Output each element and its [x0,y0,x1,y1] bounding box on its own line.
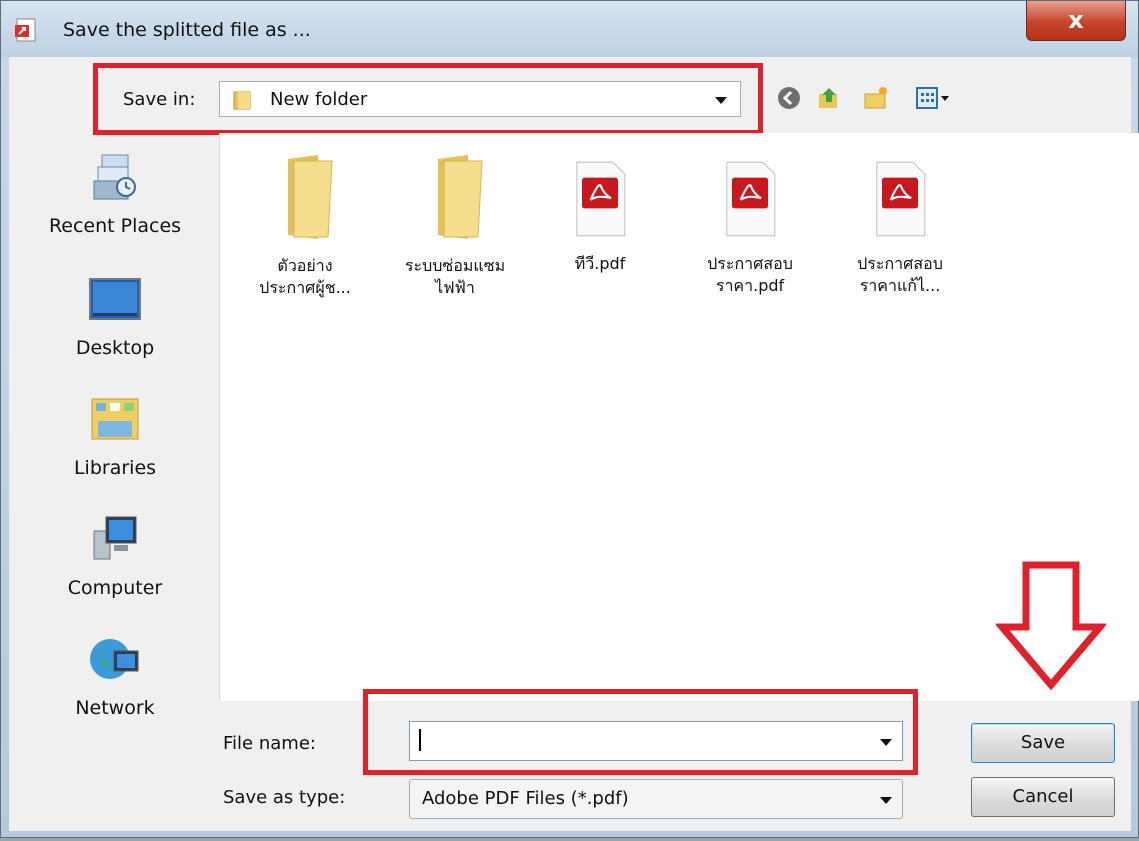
place-label: Network [75,697,155,719]
save-as-type-label: Save as type: [223,787,346,808]
folder-icon [438,155,483,239]
annotation-box-file-name [363,689,918,775]
up-folder-icon[interactable] [816,85,842,111]
file-name-label: File name: [223,733,316,754]
file-item-pdf[interactable]: ประกาศสอบ ราคาแก้ไ... [825,159,975,297]
libraries-icon [91,398,139,440]
computer-icon [93,516,137,560]
place-computer[interactable]: Computer [15,513,215,599]
save-button[interactable]: Save [971,723,1115,763]
back-icon[interactable] [776,85,802,111]
view-menu-icon[interactable] [909,85,961,111]
folder-icon [288,155,333,239]
place-libraries[interactable]: Libraries [15,393,215,479]
file-label: ระบบซ่อมแซม ไฟฟ้า [404,256,506,297]
place-desktop[interactable]: Desktop [15,273,215,359]
file-label: ประกาศสอบ ราคาแก้ไ... [857,254,943,295]
app-icon [15,18,36,42]
close-button[interactable]: x [1026,1,1126,41]
pdf-file-icon [726,161,776,237]
chevron-down-icon[interactable] [880,797,892,804]
file-label: ทีวี.pdf [574,254,626,273]
file-label: ประกาศสอบ ราคา.pdf [707,254,793,295]
place-label: Libraries [73,457,157,479]
place-label: Computer [67,577,163,599]
file-item-pdf[interactable]: ประกาศสอบ ราคา.pdf [675,159,825,297]
place-recent-places[interactable]: Recent Places [15,151,215,237]
annotation-box-save-in [93,63,763,135]
save-as-type-dropdown[interactable]: Adobe PDF Files (*.pdf) [409,779,903,819]
network-icon [90,639,139,679]
place-network[interactable]: Network [15,633,215,719]
place-label: Desktop [75,337,155,359]
arrow-down-annotation-icon [996,561,1106,691]
file-item-folder[interactable]: ระบบซ่อมแซม ไฟฟ้า [380,151,530,299]
places-bar: Recent Places Desktop Libraries Computer… [15,141,215,841]
cancel-button[interactable]: Cancel [971,777,1115,817]
new-folder-icon[interactable] [863,85,889,111]
place-label: Recent Places [48,215,182,237]
pdf-file-icon [876,161,926,237]
pdf-file-icon [576,161,626,237]
file-label: ตัวอย่าง ประกาศผู้ช... [259,256,351,297]
desktop-icon [89,278,141,320]
title-bar[interactable]: Save the splitted file as ... x [1,1,1138,57]
file-item-folder[interactable]: ตัวอย่าง ประกาศผู้ช... [230,151,380,299]
dialog-title: Save the splitted file as ... [63,19,311,41]
save-as-type-value: Adobe PDF Files (*.pdf) [422,788,629,809]
file-item-pdf[interactable]: ทีวี.pdf [525,159,675,275]
save-dialog: Save the splitted file as ... x Save in:… [0,0,1139,838]
recent-places-icon [93,154,136,200]
